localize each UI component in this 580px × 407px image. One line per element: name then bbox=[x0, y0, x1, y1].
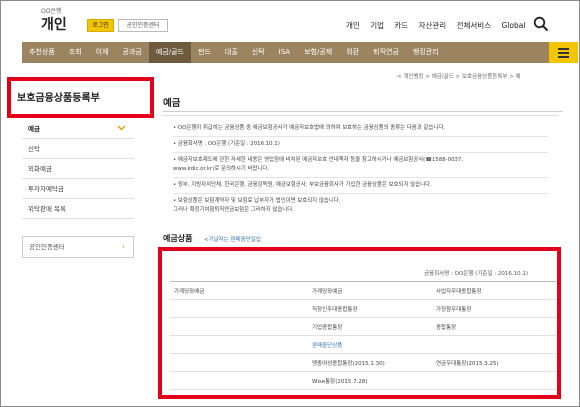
product-link[interactable]: 종합통장 bbox=[432, 323, 556, 331]
sidebar-item-consignment-list[interactable]: 위탁판매 목록 bbox=[22, 199, 134, 219]
product-link[interactable]: 가정참우대통장 bbox=[432, 305, 556, 313]
top-header: OO은행 개인 로그인 공인인증센터 개인 기업 카드 자산관리 전체서비스 G… bbox=[1, 1, 579, 41]
login-button[interactable]: 로그인 bbox=[87, 19, 114, 32]
breadcrumb: < 개인뱅킹 > 예금/골드 > 보호금융상품등록부 > 예 bbox=[397, 74, 521, 80]
top-link-global[interactable]: Global bbox=[502, 21, 526, 30]
notice-line: • 금융회사명 : OO은행 (기준일 : 2016.10.1) bbox=[173, 141, 280, 147]
page-title: 예금 bbox=[163, 98, 181, 109]
nav-item-insurance[interactable]: 보험/공제 bbox=[297, 42, 339, 63]
sidebar-item-label: 예금 bbox=[28, 125, 40, 133]
discontinued-header: 판매중단상품 bbox=[312, 342, 343, 349]
nav-item-fund[interactable]: 펀드 bbox=[191, 42, 218, 63]
top-link-asset[interactable]: 자산관리 bbox=[419, 21, 447, 30]
top-link-card[interactable]: 카드 bbox=[394, 21, 408, 30]
product-link[interactable]: 직장인우대종합통장 bbox=[308, 305, 432, 313]
title-divider bbox=[163, 111, 563, 112]
sidebar-item-trust[interactable]: 신탁 bbox=[22, 139, 134, 159]
sidebar-title: 보호금융상품등록부 bbox=[17, 93, 100, 104]
company-info: 금융회사명 : OO은행 (기준일 : 2016.10.1) bbox=[424, 271, 528, 277]
table-row: 직장인우대종합통장 가정참우대통장 bbox=[170, 300, 556, 318]
search-icon[interactable] bbox=[533, 16, 549, 32]
top-link-all-services[interactable]: 전체서비스 bbox=[457, 21, 492, 30]
table-row: 기업종합통장 종합통장 bbox=[170, 318, 556, 336]
notice-line: • OO은행이 취급하는 금융상품 중 예금보험공사가 예금자보호법에 의하여 … bbox=[173, 125, 445, 131]
top-link-business[interactable]: 기업 bbox=[370, 21, 384, 30]
product-link[interactable]: 기업종합통장 bbox=[308, 323, 432, 331]
product-link[interactable]: 연금우대통장(2015.3.25) bbox=[432, 359, 556, 367]
nav-item-recommend[interactable]: 추천상품 bbox=[22, 42, 62, 63]
notice-box: • OO은행이 취급하는 금융상품 중 예금보험공사가 예금자보호법에 의하여 … bbox=[163, 115, 558, 221]
notice-line: • 정부, 지방자치단체, 한국은행, 금융감독원, 예금보험공사, 부보금융회… bbox=[173, 182, 432, 188]
table-row: 판매중단상품 bbox=[170, 336, 556, 354]
chevron-right-icon: › bbox=[121, 242, 125, 251]
notice-line: 그러나 확정기여형퇴직연금보험은 그러하지 않습니다. bbox=[173, 207, 294, 213]
discontinued-note-link[interactable]: <기날자는 판매중단일입 bbox=[204, 235, 261, 243]
sidebar-cert-label: 공인인증센터 bbox=[29, 243, 65, 251]
nav-item-bills[interactable]: 공과금 bbox=[116, 42, 149, 63]
top-links: 개인 기업 카드 자산관리 전체서비스 Global bbox=[346, 20, 533, 31]
divider bbox=[173, 136, 548, 137]
divider bbox=[173, 193, 548, 194]
table-row: 가계당좌예금 가계당좌예금 사업자우대종합통장 bbox=[170, 282, 556, 300]
main-nav: 추천상품 조회 이체 공과금 예금/골드 펀드 대출 신탁 ISA 보험/공제 … bbox=[22, 42, 578, 63]
hamburger-icon[interactable] bbox=[549, 42, 578, 63]
table-row: Wise통장(2015.7.28) bbox=[170, 372, 556, 390]
nav-item-trust[interactable]: 신탁 bbox=[245, 42, 272, 63]
product-list-highlight: 금융회사명 : OO은행 (기준일 : 2016.10.1) 가계당좌예금 가계… bbox=[158, 247, 561, 399]
nav-item-loan[interactable]: 대출 bbox=[218, 42, 245, 63]
product-link[interactable]: Wise통장(2015.7.28) bbox=[308, 377, 432, 385]
sidebar-item-foreign-deposit[interactable]: 외화예금 bbox=[22, 159, 134, 179]
nav-item-isa[interactable]: ISA bbox=[272, 42, 297, 63]
notice-line: www.kdic.or.kr)로 문의하시기 바랍니다. bbox=[173, 166, 270, 172]
nav-item-banking-mgmt[interactable]: 뱅킹관리 bbox=[406, 42, 446, 63]
page-frame: OO은행 개인 로그인 공인인증센터 개인 기업 카드 자산관리 전체서비스 G… bbox=[0, 0, 580, 407]
sidebar-item-deposit[interactable]: 예금 bbox=[22, 119, 134, 139]
nav-item-pension[interactable]: 퇴직연금 bbox=[366, 42, 406, 63]
divider bbox=[173, 177, 548, 178]
bank-logo-text[interactable]: 개인 bbox=[41, 14, 67, 34]
section-title: 예금상품 bbox=[163, 234, 193, 243]
product-link[interactable]: 맹종여성종합통장(2015.1.30) bbox=[308, 359, 432, 367]
table-cell: 가계당좌예금 bbox=[174, 288, 205, 295]
notice-line: • 예금자보호제도에 관한 자세한 내용은 영업점에 비치된 예금자보호 안내책… bbox=[173, 157, 464, 163]
divider bbox=[173, 152, 548, 153]
nav-item-transfer[interactable]: 이체 bbox=[89, 42, 116, 63]
sidebar-item-investor-deposit[interactable]: 투자자예탁금 bbox=[22, 179, 134, 199]
sidebar-cert-center-link[interactable]: 공인인증센터 › bbox=[22, 236, 134, 258]
table-row: 맹종여성종합통장(2015.1.30) 연금우대통장(2015.3.25) bbox=[170, 354, 556, 372]
product-link[interactable]: 사업자우대종합통장 bbox=[432, 287, 556, 295]
sidebar-title-box: 보호금융상품등록부 bbox=[7, 77, 154, 118]
nav-item-inquiry[interactable]: 조회 bbox=[62, 42, 89, 63]
product-table: 가계당좌예금 가계당좌예금 사업자우대종합통장 직장인우대종합통장 가정참우대통… bbox=[170, 281, 556, 390]
chevron-down-icon bbox=[117, 125, 126, 131]
nav-item-forex[interactable]: 외환 bbox=[339, 42, 366, 63]
sidebar-menu: 예금 신탁 외화예금 투자자예탁금 위탁판매 목록 bbox=[22, 119, 134, 219]
product-link[interactable]: 가계당좌예금 bbox=[308, 287, 432, 295]
top-link-personal[interactable]: 개인 bbox=[346, 21, 360, 30]
notice-line: • 보험상품은 보험계약자 및 보험료 납부자가 법인이면 보호되지 않습니다. bbox=[173, 198, 341, 204]
cert-center-button[interactable]: 공인인증센터 bbox=[118, 19, 168, 32]
nav-item-deposit-gold[interactable]: 예금/골드 bbox=[148, 42, 191, 63]
